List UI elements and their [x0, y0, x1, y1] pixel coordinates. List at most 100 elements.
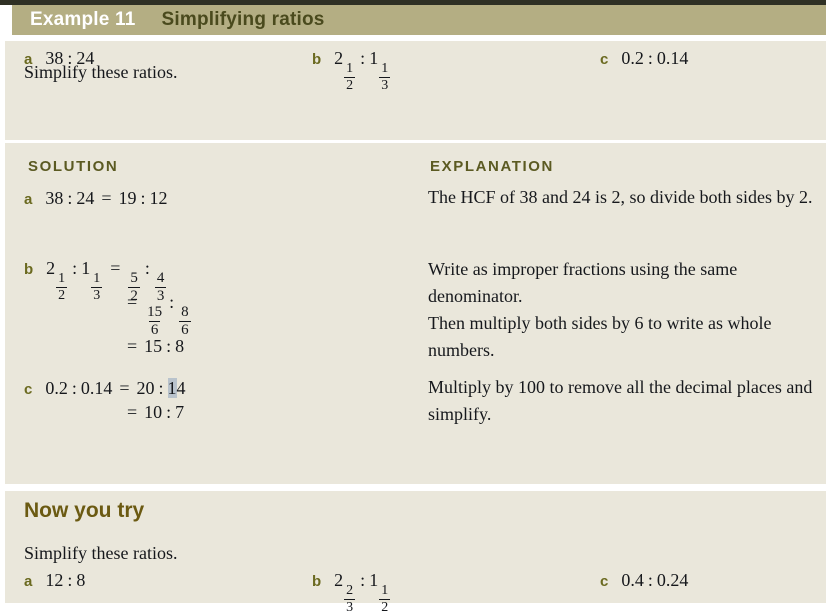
value: 20: [136, 378, 155, 398]
now-you-try-heading: Now you try: [24, 499, 145, 522]
value: 2: [334, 48, 344, 68]
denominator: 3: [379, 76, 391, 93]
fraction: 13: [91, 270, 103, 303]
ratio-colon: :: [71, 378, 77, 398]
solution-expression-b-line2: = 15 6:8 6: [120, 292, 192, 338]
value: 12: [149, 188, 168, 208]
solution-part-c: c 0.2:0.14 = 20:14: [24, 378, 186, 399]
explanation-paragraph-1: The HCF of 38 and 24 is 2, so divide bot…: [428, 187, 813, 207]
numerator: 5: [130, 270, 138, 287]
value: 0.2: [45, 378, 68, 398]
value: 12: [45, 570, 64, 590]
explanation-paragraph-2-line2: denominator.: [428, 286, 523, 306]
value: 19: [118, 188, 137, 208]
ratio-colon: :: [169, 292, 175, 312]
numerator: 2: [346, 582, 354, 598]
part-letter-b: b: [24, 261, 34, 278]
explanation-paragraph-2-line4: numbers.: [428, 340, 495, 360]
value: 7: [175, 402, 185, 422]
value: 8: [175, 336, 185, 356]
value: 0.4: [621, 570, 644, 590]
solution-column-heading: SOLUTION: [28, 158, 119, 175]
explanation-paragraph-2-line1: Write as improper fractions using the sa…: [428, 259, 738, 279]
ratio-colon: :: [72, 258, 78, 278]
ratio-colon: :: [647, 48, 653, 68]
value: 8: [76, 570, 86, 590]
part-letter-b: b: [312, 573, 322, 590]
fraction: 13: [379, 61, 391, 93]
ratio-colon: :: [140, 188, 146, 208]
equals-sign: =: [110, 258, 121, 278]
numerator: 15: [147, 304, 163, 321]
value: 0.14: [656, 48, 689, 68]
equals-sign: =: [127, 336, 138, 356]
fraction: 86: [179, 305, 191, 338]
now-you-try-expression-a: 12:8: [45, 570, 85, 591]
column-divider-rule: [5, 140, 826, 143]
value: 38: [45, 188, 64, 208]
denominator: 2: [344, 76, 356, 93]
equals-sign: =: [101, 188, 112, 208]
denominator: 3: [91, 286, 103, 303]
solution-expression-c-line2: = 10:7: [120, 402, 184, 423]
fraction: 12: [379, 582, 391, 615]
numerator: 1: [58, 270, 66, 286]
now-you-try-part-b: b 223:112: [312, 570, 391, 615]
explanation-column-heading: EXPLANATION: [430, 158, 554, 175]
now-you-try-part-a: a 12:8: [24, 570, 85, 591]
denominator: 2: [56, 286, 68, 303]
numerator: 1: [381, 582, 389, 598]
numerator: 8: [181, 304, 189, 321]
example-header-bar: Example 11 Simplifying ratios: [12, 5, 826, 35]
question-expression-a: 38:24: [45, 48, 94, 69]
ratio-colon: :: [67, 570, 73, 590]
ratio-colon: :: [166, 336, 172, 356]
numerator: 4: [156, 270, 165, 287]
value: 2: [46, 258, 56, 278]
question-expression-b: 212:113: [334, 48, 391, 93]
numerator: 1: [346, 60, 354, 76]
value: 15: [144, 336, 163, 356]
now-you-try-part-c: c 0.4:0.24: [600, 570, 688, 591]
now-you-try-expression-b: 223:112: [334, 570, 391, 615]
value: 1: [369, 48, 379, 68]
ratio-colon: :: [144, 258, 150, 278]
value: 1: [369, 570, 379, 590]
solution-expression-c-line1: 0.2:0.14 = 20:14: [45, 378, 186, 399]
now-you-try-expression-c: 0.4:0.24: [621, 570, 688, 591]
numerator: 1: [93, 270, 101, 286]
value: 10: [144, 402, 163, 422]
denominator: 2: [379, 598, 391, 615]
part-letter-a: a: [24, 573, 33, 590]
value: 24: [76, 188, 95, 208]
question-expression-c: 0.2:0.14: [621, 48, 688, 69]
question-part-c: c 0.2:0.14: [600, 48, 688, 69]
value: 2: [334, 570, 344, 590]
value: 38: [45, 48, 64, 68]
part-letter-c: c: [24, 381, 33, 398]
explanation-paragraph-3: Multiply by 100 to remove all the decima…: [428, 377, 813, 424]
part-letter-a: a: [24, 191, 33, 208]
question-part-a: a 38:24: [24, 48, 94, 69]
ratio-colon: :: [67, 48, 73, 68]
example-title: Simplifying ratios: [161, 9, 325, 30]
value: 1: [81, 258, 91, 278]
value: 24: [76, 48, 95, 68]
question-panel: [5, 41, 826, 140]
equals-sign: =: [127, 402, 138, 422]
value: 4: [176, 378, 186, 398]
fraction: 12: [344, 60, 356, 93]
explanation-paragraph-2-line3: Then multiply both sides by 6 to write a…: [428, 313, 772, 333]
ratio-colon: :: [360, 48, 366, 68]
solution-part-a: a 38:24 = 19:12: [24, 188, 168, 209]
text-cursor-highlight: 1: [167, 378, 177, 398]
value: 0.2: [621, 48, 644, 68]
part-letter-b: b: [312, 51, 322, 68]
part-letter-a: a: [24, 51, 33, 68]
fraction: 12: [56, 270, 68, 303]
denominator: 3: [344, 598, 356, 615]
fraction: 23: [344, 582, 356, 615]
ratio-colon: :: [166, 402, 172, 422]
solution-expression-a: 38:24 = 19:12: [45, 188, 167, 209]
value: 0.24: [656, 570, 689, 590]
